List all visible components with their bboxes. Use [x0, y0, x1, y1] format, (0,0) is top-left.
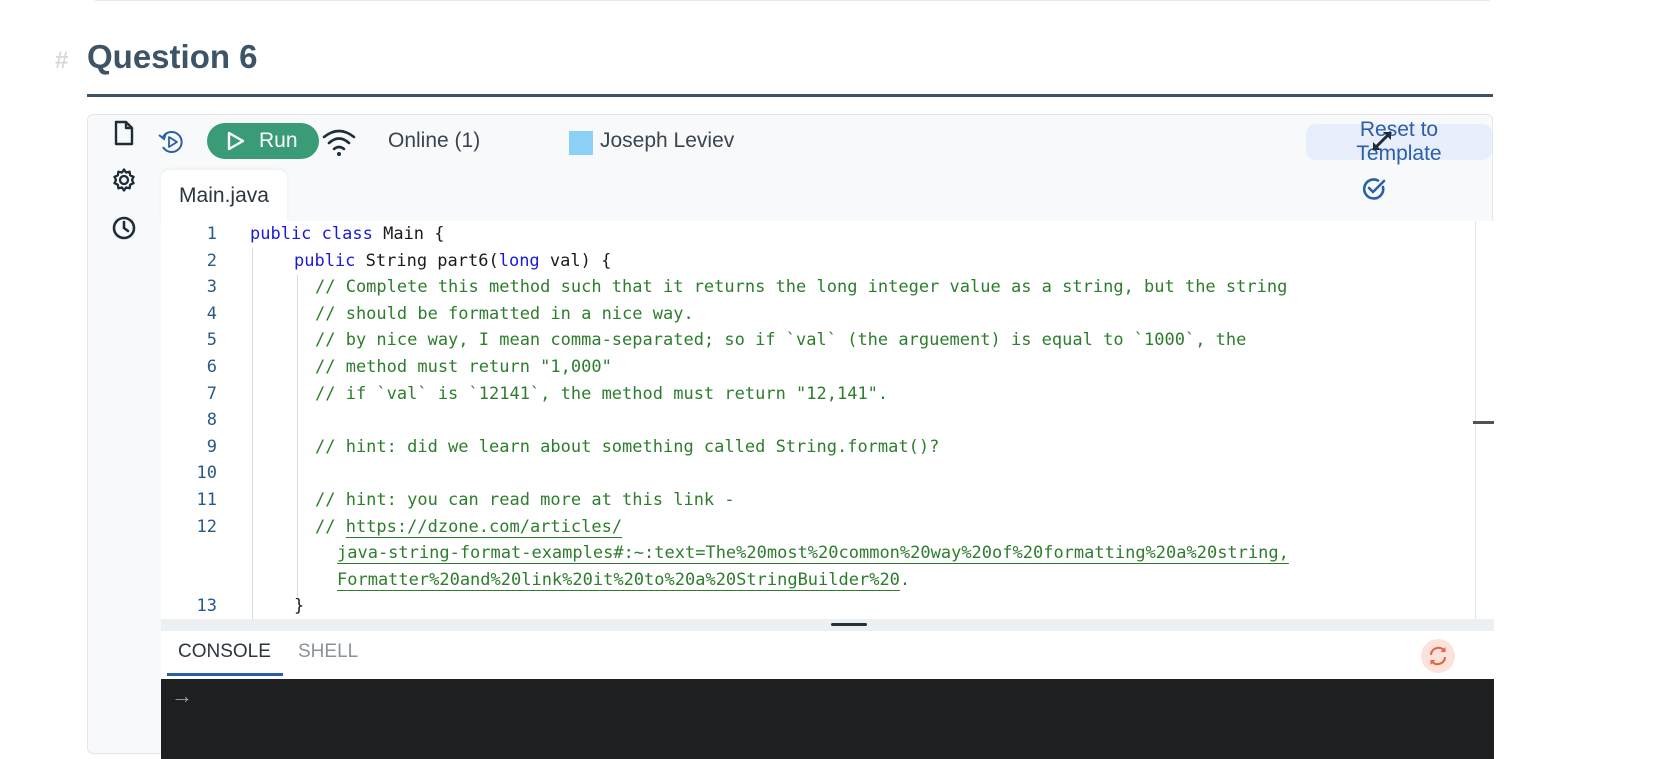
- line-number: 13: [196, 596, 217, 617]
- code-line[interactable]: Formatter%20and%20link%20it%20to%20a%20S…: [161, 567, 1461, 594]
- code-comment: // should be formatted in a nice way.: [315, 303, 694, 324]
- title-underline: [87, 94, 1493, 97]
- code-text: // if `val` is `12141`, the method must …: [315, 381, 888, 408]
- code-text: }: [294, 593, 304, 619]
- code-editor[interactable]: 1 public class Main { 2 public String part6…: [161, 221, 1494, 619]
- code-text: // should be formatted in a nice way.: [315, 301, 694, 328]
- settings-gear-icon[interactable]: [109, 165, 139, 195]
- line-number: 12: [196, 516, 217, 537]
- question-header: # Question 6: [55, 38, 258, 76]
- code-line[interactable]: 1 public class Main {: [161, 221, 1461, 248]
- line-number: 6: [206, 357, 217, 377]
- line-number: 3: [206, 277, 217, 298]
- editor-toolbar: Run Online (1) Joseph Leviev Reset to Te…: [158, 115, 1492, 171]
- code-line[interactable]: 12 // https://dzone.com/articles/: [161, 514, 1461, 541]
- code-token: Main {: [372, 224, 445, 244]
- tab-label: Main.java: [179, 184, 269, 207]
- code-text: // hint: did we learn about something ca…: [315, 434, 939, 461]
- code-line[interactable]: 8: [161, 407, 1461, 434]
- code-link[interactable]: https://dzone.com/articles/: [346, 517, 622, 537]
- run-button[interactable]: Run: [207, 123, 319, 159]
- code-text: Formatter%20and%20link%20it%20to%20a%20S…: [337, 567, 910, 594]
- play-icon: [227, 131, 245, 151]
- anchor-hash[interactable]: #: [55, 47, 87, 75]
- code-comment: // by nice way, I mean comma-separated; …: [315, 330, 1247, 351]
- code-text: // Complete this method such that it ret…: [315, 274, 1287, 301]
- code-comment: .: [899, 569, 911, 590]
- code-keyword: class: [321, 224, 373, 244]
- file-icon[interactable]: [109, 118, 139, 148]
- line-number: 4: [206, 303, 217, 324]
- line-number: 9: [206, 436, 217, 457]
- code-text: // https://dzone.com/articles/: [315, 514, 622, 541]
- code-text: // by nice way, I mean comma-separated; …: [315, 327, 1246, 354]
- line-number: 10: [196, 463, 217, 484]
- active-tab-indicator: [167, 673, 283, 676]
- line-number: 11: [196, 490, 217, 510]
- line-number: 5: [206, 330, 217, 351]
- code-line[interactable]: 6 // method must return "1,000": [161, 354, 1461, 381]
- code-comment: // method must return "1,000": [315, 357, 612, 377]
- code-line[interactable]: 11 // hint: you can read more at this lin…: [161, 487, 1461, 514]
- line-number: 1: [206, 224, 217, 244]
- code-line[interactable]: 13}: [161, 593, 1461, 619]
- code-token: String part6(: [355, 250, 499, 271]
- code-line[interactable]: 3 // Complete this method such that it re…: [161, 274, 1461, 301]
- code-token: }: [294, 596, 305, 617]
- code-comment: // hint: did we learn about something ca…: [315, 436, 940, 457]
- tab-main-java[interactable]: Main.java: [161, 170, 287, 222]
- code-comment: // hint: you can read more at this link …: [315, 490, 735, 510]
- user-name: Joseph Leviev: [600, 129, 735, 152]
- undo-history-icon[interactable]: [157, 127, 187, 157]
- code-keyword: public: [294, 250, 356, 271]
- code-line[interactable]: 10: [161, 460, 1461, 487]
- code-line[interactable]: 7 // if `val` is `12141`, the method must…: [161, 381, 1461, 408]
- code-comment: // if `val` is `12141`, the method must …: [315, 383, 889, 404]
- prompt-arrow-icon: →: [171, 683, 193, 708]
- code-link[interactable]: java-string-format-examples#:~:text=The%…: [337, 543, 1289, 563]
- pane-splitter[interactable]: [161, 619, 1494, 631]
- code-comment: // Complete this method such that it ret…: [315, 277, 1288, 298]
- code-token: val) {: [539, 250, 612, 271]
- wifi-icon: [321, 127, 357, 157]
- file-tab-strip: Main.java: [161, 170, 1492, 222]
- line-number: 2: [206, 250, 217, 271]
- top-divider: [95, 0, 1490, 1]
- user-color-swatch: [569, 131, 593, 155]
- history-clock-icon[interactable]: [109, 213, 139, 243]
- code-line[interactable]: java-string-format-examples#:~:text=The%…: [161, 540, 1461, 567]
- editor-scrollbar[interactable]: [1475, 221, 1476, 619]
- code-text: java-string-format-examples#:~:text=The%…: [337, 540, 1289, 567]
- code-text: // method must return "1,000": [315, 354, 612, 381]
- line-number: 7: [206, 383, 217, 404]
- refresh-icon[interactable]: [1421, 639, 1455, 673]
- code-link[interactable]: Formatter%20and%20link%20it%20to%20a%20S…: [337, 570, 900, 590]
- code-line[interactable]: 9 // hint: did we learn about something c…: [161, 434, 1461, 461]
- console-tab-bar: CONSOLE SHELL: [161, 631, 1494, 679]
- code-text: public String part6(long val) {: [294, 248, 611, 275]
- code-line[interactable]: 4 // should be formatted in a nice way.: [161, 301, 1461, 328]
- check-circle-icon[interactable]: [1361, 176, 1387, 207]
- scrollbar-thumb[interactable]: [1473, 421, 1494, 424]
- run-label: Run: [259, 129, 298, 152]
- code-comment: //: [315, 516, 346, 537]
- code-editor-widget: Run Online (1) Joseph Leviev Reset to Te…: [87, 114, 1494, 759]
- expand-fullscreen-icon[interactable]: [1369, 128, 1395, 154]
- code-keyword: long: [498, 250, 540, 271]
- tab-console[interactable]: CONSOLE: [178, 641, 271, 663]
- console-output[interactable]: →: [161, 679, 1494, 759]
- code-keyword: public: [250, 224, 312, 244]
- code-line[interactable]: 5 // by nice way, I mean comma-separated;…: [161, 327, 1461, 354]
- line-number: 8: [206, 410, 217, 431]
- splitter-handle[interactable]: [831, 623, 867, 626]
- reset-to-template-button[interactable]: Reset to Template: [1306, 118, 1492, 165]
- online-status: Online (1): [388, 129, 481, 152]
- code-line[interactable]: 2 public String part6(long val) {: [161, 248, 1461, 275]
- page-title: Question 6: [87, 38, 258, 75]
- code-text: // hint: you can read more at this link …: [315, 487, 735, 514]
- tab-shell[interactable]: SHELL: [298, 641, 358, 663]
- code-text: public class Main {: [250, 221, 445, 248]
